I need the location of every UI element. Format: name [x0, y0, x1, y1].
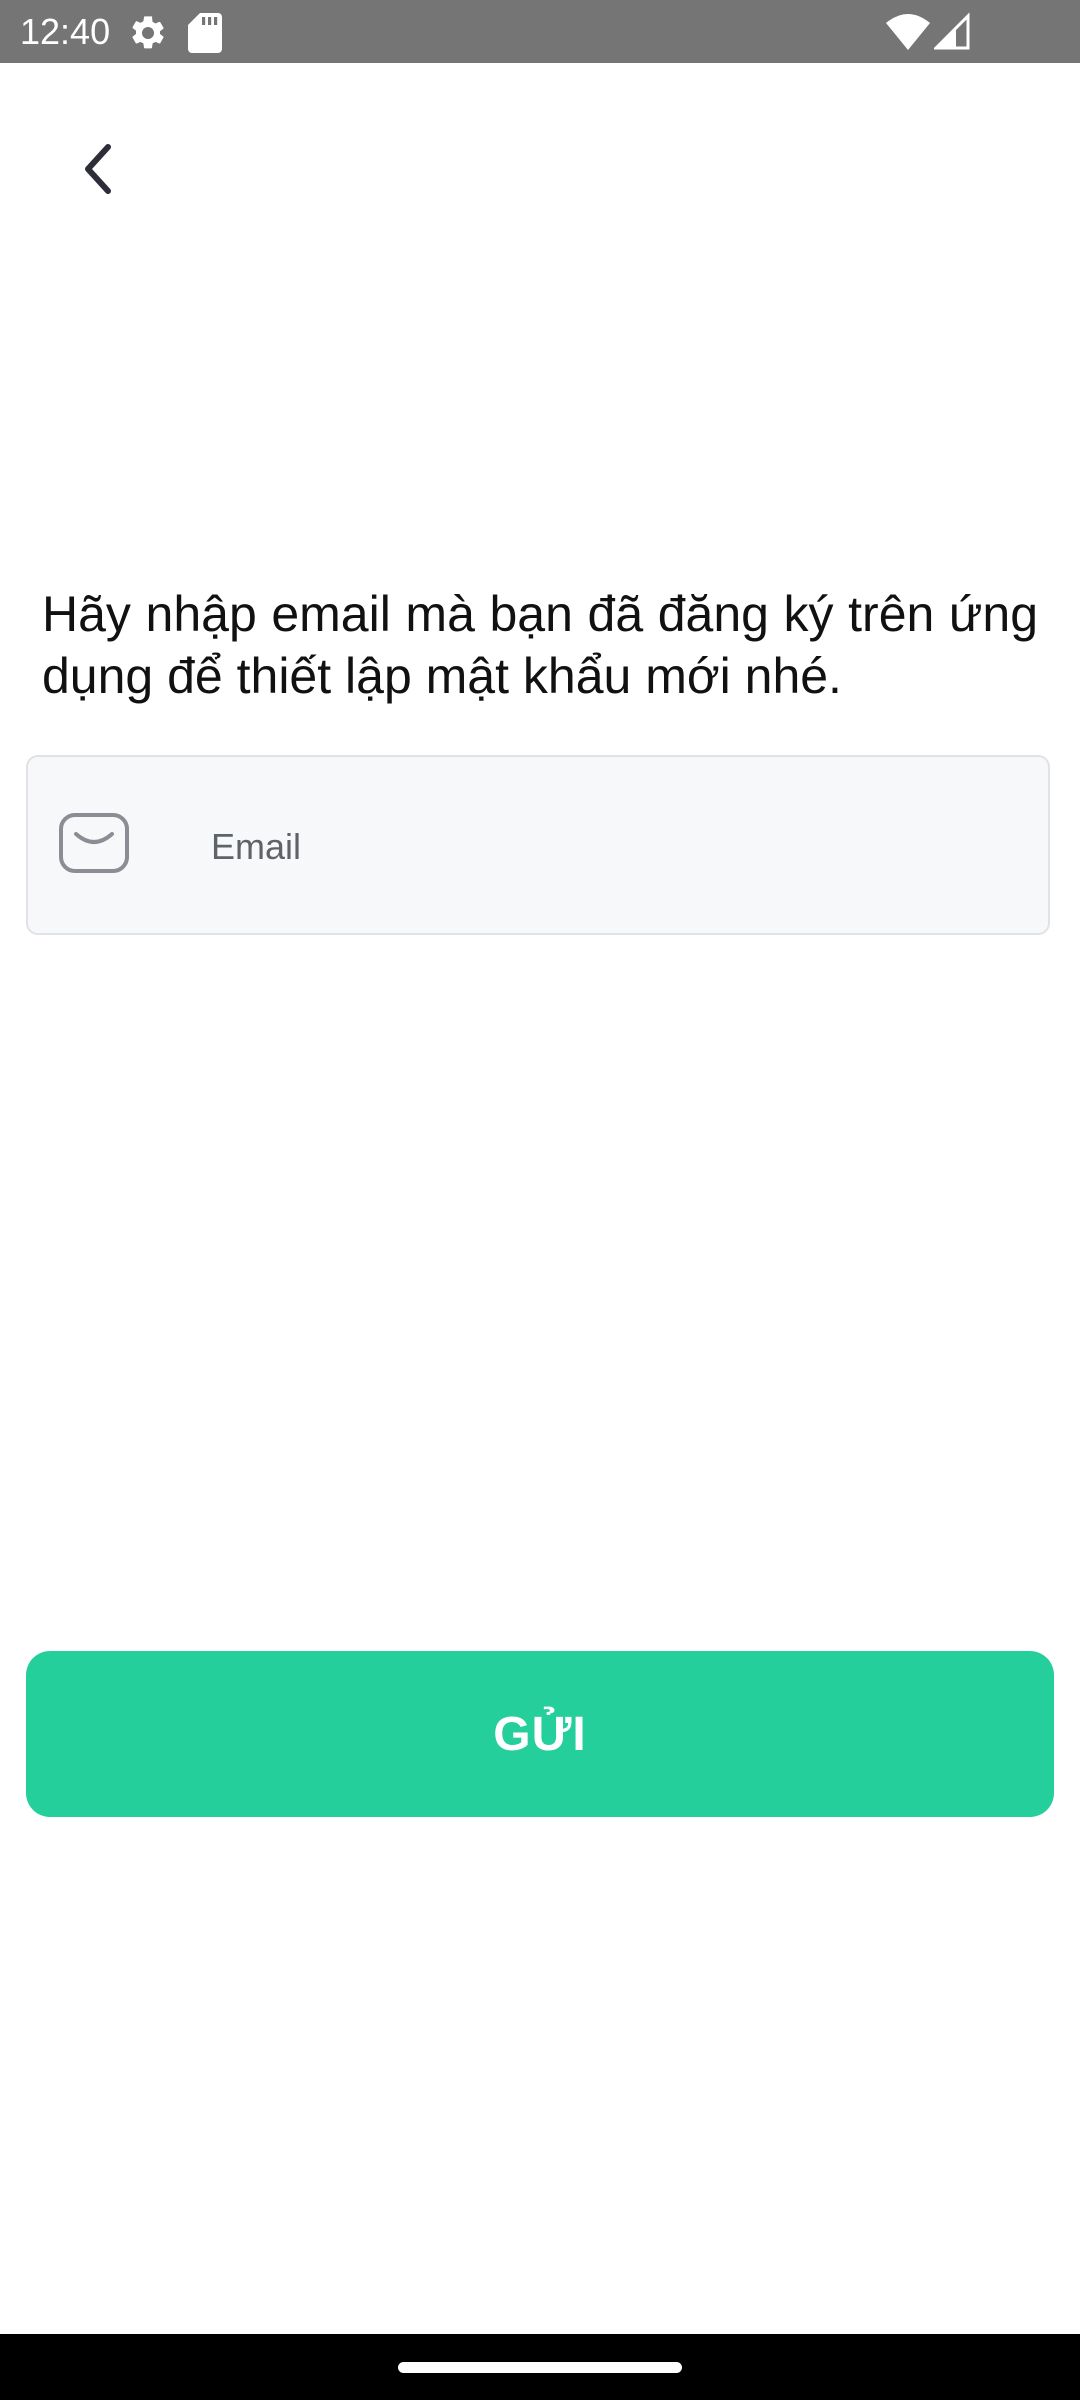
wifi-icon — [886, 14, 930, 55]
home-indicator[interactable] — [398, 2362, 682, 2373]
status-time: 12:40 — [20, 11, 111, 52]
mail-icon — [58, 812, 130, 874]
submit-button[interactable]: GỬI — [26, 1651, 1054, 1817]
chevron-left-icon — [78, 141, 118, 202]
signal-icon — [932, 12, 970, 55]
email-input[interactable] — [183, 802, 1003, 892]
email-field[interactable] — [26, 755, 1050, 935]
instruction-text: Hãy nhập email mà bạn đã đăng ký trên ứn… — [42, 586, 1038, 704]
sd-card-icon — [188, 13, 222, 58]
gear-icon — [128, 13, 168, 58]
back-button[interactable] — [52, 125, 144, 217]
forgot-password-screen: 12:40 Hãy nhập email mà bạn đã đăng ký t… — [0, 0, 1080, 2400]
status-bar: 12:40 — [0, 0, 1080, 63]
